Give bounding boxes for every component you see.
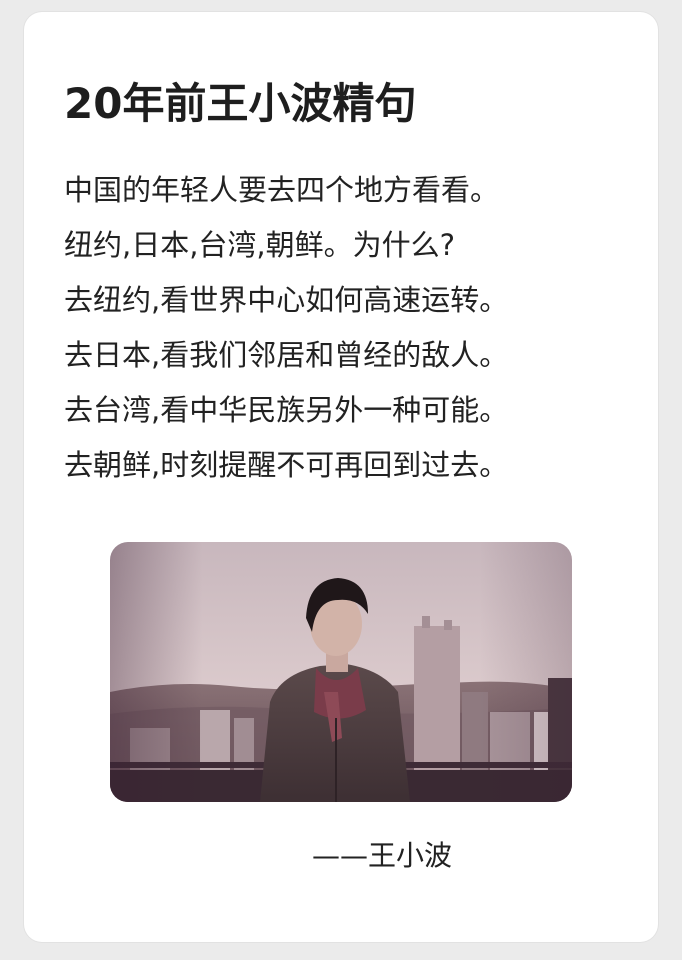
quote-line: 去纽约,看世界中心如何高速运转。 [64, 283, 509, 317]
quote-line: 去台湾,看中华民族另外一种可能。 [64, 393, 509, 427]
author-signature: ——王小波 [312, 839, 453, 872]
quote-body: 中国的年轻人要去四个地方看看。 纽约,日本,台湾,朝鲜。为什么? 去纽约,看世界… [64, 166, 644, 496]
quote-line: 中国的年轻人要去四个地方看看。 [64, 173, 500, 207]
quote-line: 纽约,日本,台湾,朝鲜。为什么? [64, 228, 456, 262]
page-title: 20年前王小波精句 [64, 79, 417, 128]
quote-line: 去日本,看我们邻居和曾经的敌人。 [64, 338, 509, 372]
author-photo [110, 542, 572, 802]
quote-line: 去朝鲜,时刻提醒不可再回到过去。 [64, 448, 509, 482]
